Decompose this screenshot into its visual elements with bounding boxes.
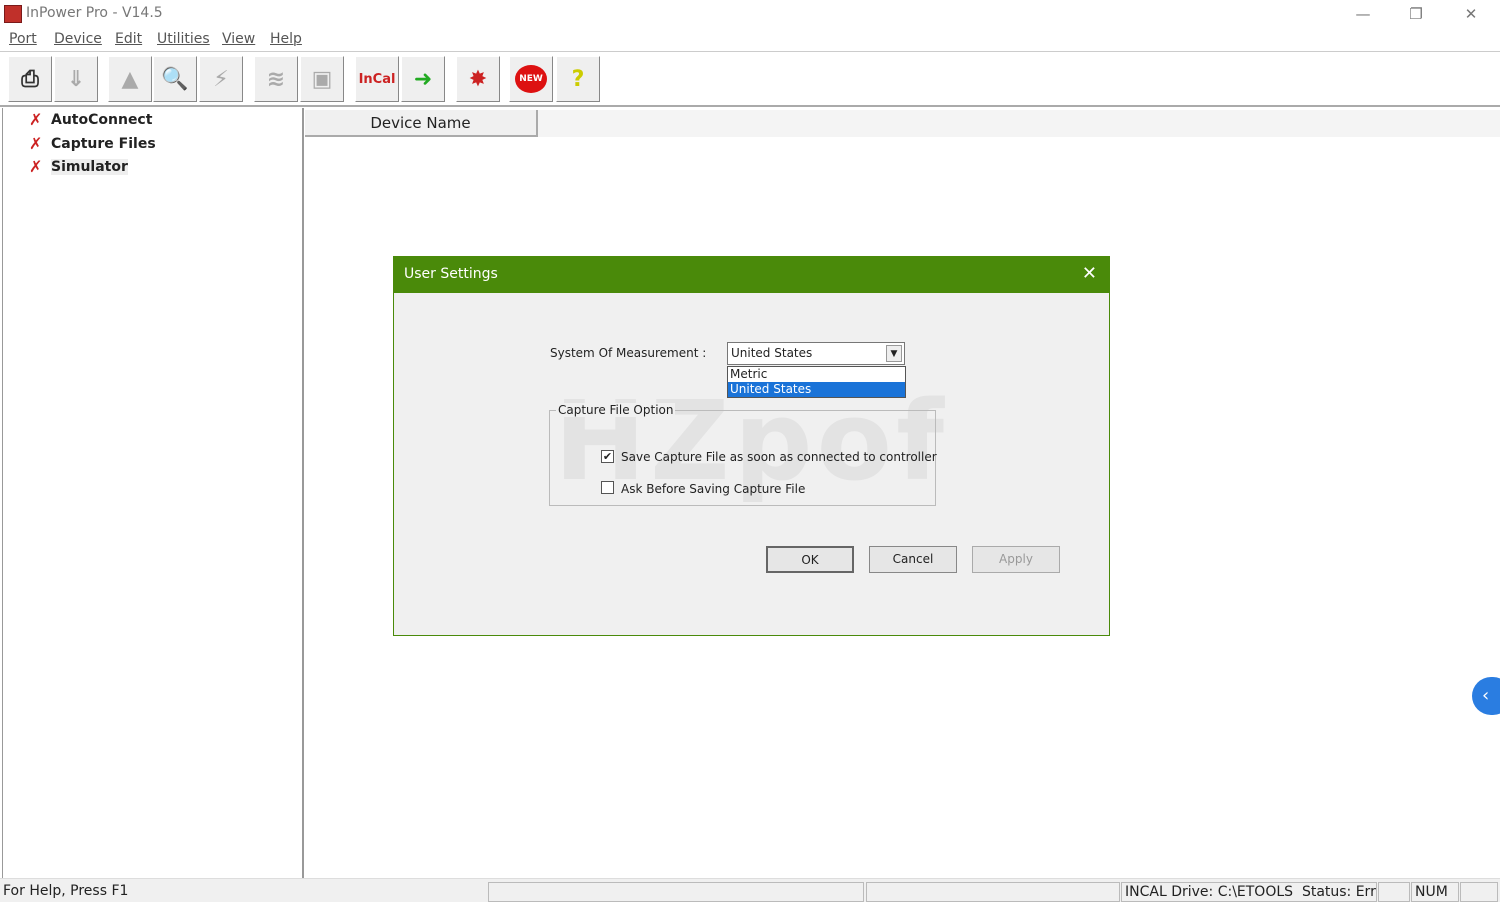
measurement-dropdown: Metric United States bbox=[727, 366, 906, 398]
ok-button[interactable]: OK bbox=[766, 546, 854, 573]
tree-label: AutoConnect bbox=[51, 111, 153, 128]
maximize-button[interactable]: ❐ bbox=[1393, 2, 1439, 26]
exit-door-button[interactable]: ➜ bbox=[401, 56, 445, 102]
explode-icon: ✸ bbox=[468, 66, 488, 92]
dialog-close-button[interactable]: ✕ bbox=[1082, 263, 1097, 284]
close-button[interactable]: ✕ bbox=[1448, 2, 1494, 26]
connect-button[interactable]: ⎙ bbox=[8, 56, 52, 102]
chevron-down-icon[interactable]: ▼ bbox=[886, 345, 902, 362]
apply-button[interactable]: Apply bbox=[972, 546, 1060, 573]
status-bar: For Help, Press F1 INCAL Drive: C:\ETOOL… bbox=[0, 878, 1500, 902]
ask-before-label[interactable]: Ask Before Saving Capture File bbox=[621, 482, 805, 496]
menu-edit[interactable]: Edit bbox=[115, 31, 142, 47]
tree-label: Simulator bbox=[51, 158, 128, 175]
column-header-device-name[interactable]: Device Name bbox=[305, 110, 538, 137]
dialog-header: User Settings ✕ bbox=[394, 257, 1109, 293]
connect-icon: ⎙ bbox=[21, 66, 39, 92]
triangle-icon: ▲ bbox=[121, 66, 139, 92]
explode-button[interactable]: ✸ bbox=[456, 56, 500, 102]
measurement-label: System Of Measurement : bbox=[550, 346, 707, 360]
menu-bar: Port Device Edit Utilities View Help bbox=[0, 28, 1500, 50]
status-pane bbox=[1378, 882, 1410, 902]
save-capture-label[interactable]: Save Capture File as soon as connected t… bbox=[621, 450, 937, 464]
save-capture-checkbox[interactable]: ✔ bbox=[601, 450, 614, 463]
menu-device[interactable]: Device bbox=[54, 31, 102, 47]
menu-utilities[interactable]: Utilities bbox=[157, 31, 210, 47]
lightning-button[interactable]: ⚡ bbox=[199, 56, 243, 102]
tree-item-autoconnect[interactable]: ✗ AutoConnect bbox=[29, 110, 152, 129]
download-button[interactable]: ⇓ bbox=[54, 56, 98, 102]
lightning-icon: ⚡ bbox=[213, 66, 229, 92]
option-united-states[interactable]: United States bbox=[728, 382, 905, 397]
incal-icon: InCal bbox=[358, 71, 396, 87]
disconnected-icon: ✗ bbox=[29, 157, 43, 176]
new-icon: NEW bbox=[515, 65, 547, 93]
minimize-button[interactable]: — bbox=[1340, 2, 1386, 26]
magnifier-button[interactable]: 🔍 bbox=[153, 56, 197, 102]
magnifier-icon: 🔍 bbox=[161, 66, 189, 92]
ask-before-checkbox[interactable] bbox=[601, 481, 614, 494]
tree-item-capture-files[interactable]: ✗ Capture Files bbox=[29, 134, 156, 153]
exit-door-icon: ➜ bbox=[413, 66, 433, 92]
incal-button[interactable]: InCal bbox=[355, 56, 399, 102]
tree-label: Capture Files bbox=[51, 135, 156, 152]
dialog-title: User Settings bbox=[404, 266, 498, 282]
user-settings-dialog: User Settings ✕ HZpof System Of Measurem… bbox=[393, 256, 1110, 636]
disconnected-icon: ✗ bbox=[29, 110, 43, 129]
waveform-icon: ≋ bbox=[266, 66, 286, 92]
status-pane bbox=[1460, 882, 1498, 902]
toolbar: ⎙ ⇓ ▲ 🔍 ⚡ ≋ ▣ InCal ➜ ✸ NEW? bbox=[0, 51, 1500, 107]
menu-port[interactable]: Port bbox=[9, 31, 37, 47]
help-icon: ? bbox=[571, 66, 585, 92]
download-icon: ⇓ bbox=[66, 66, 86, 92]
device-button[interactable]: ▣ bbox=[300, 56, 344, 102]
option-metric[interactable]: Metric bbox=[728, 367, 905, 382]
app-icon bbox=[4, 5, 22, 23]
status-pane bbox=[488, 882, 864, 902]
tree-item-simulator[interactable]: ✗ Simulator bbox=[29, 157, 128, 176]
help-button[interactable]: ? bbox=[556, 56, 600, 102]
cancel-button[interactable]: Cancel bbox=[869, 546, 957, 573]
menu-view[interactable]: View bbox=[222, 31, 255, 47]
group-label: Capture File Option bbox=[556, 403, 676, 417]
status-state: Status: Err bbox=[1301, 884, 1376, 900]
device-icon: ▣ bbox=[311, 66, 333, 92]
device-tree: ✗ AutoConnect ✗ Capture Files ✗ Simulator bbox=[2, 108, 304, 878]
window-title: InPower Pro - V14.5 bbox=[26, 5, 163, 21]
title-bar: InPower Pro - V14.5 — ❐ ✕ bbox=[0, 0, 1500, 28]
waveform-button[interactable]: ≋ bbox=[254, 56, 298, 102]
disconnected-icon: ✗ bbox=[29, 134, 43, 153]
status-pane bbox=[866, 882, 1120, 902]
status-num: NUM bbox=[1411, 882, 1459, 902]
triangle-button[interactable]: ▲ bbox=[108, 56, 152, 102]
menu-help[interactable]: Help bbox=[270, 31, 302, 47]
measurement-value: United States bbox=[731, 346, 813, 360]
status-incal: INCAL Drive: C:\ETOOLS Status: Err bbox=[1121, 882, 1377, 902]
header-filler bbox=[538, 110, 1500, 137]
new-button[interactable]: NEW bbox=[509, 56, 553, 102]
measurement-select[interactable]: United States ▼ bbox=[727, 342, 905, 365]
status-help: For Help, Press F1 bbox=[3, 883, 129, 899]
incal-drive: INCAL Drive: C:\ETOOLS bbox=[1125, 884, 1294, 900]
